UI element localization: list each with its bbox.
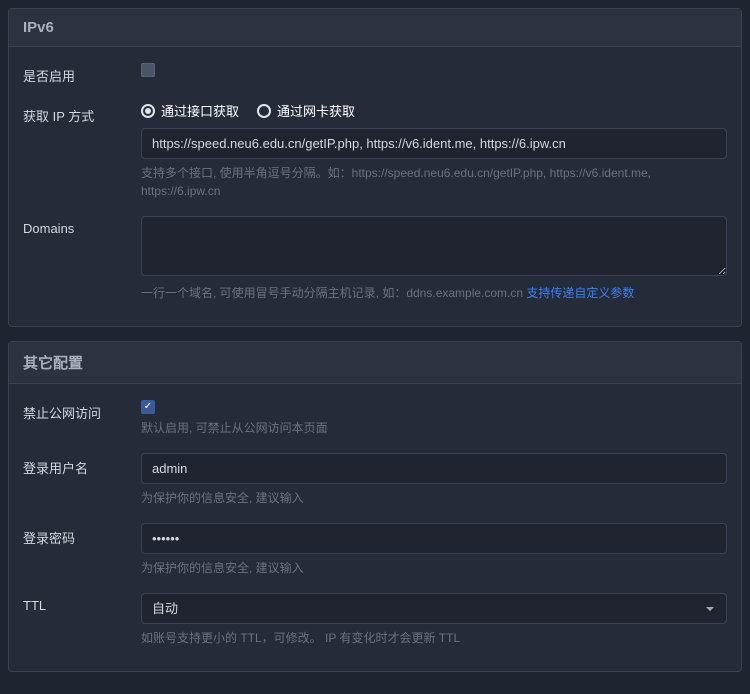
radio-interface[interactable]: 通过接口获取: [141, 101, 239, 120]
domains-help-link[interactable]: 支持传递自定义参数: [526, 286, 634, 300]
disable-public-row: 禁止公网访问 默认启用, 可禁止从公网访问本页面: [23, 398, 727, 437]
ttl-field: 自动 如账号支持更小的 TTL，可修改。 IP 有变化时才会更新 TTL: [141, 593, 727, 647]
domains-help-text: 一行一个域名, 可使用冒号手动分隔主机记录, 如：ddns.example.co…: [141, 286, 526, 300]
getip-field: 通过接口获取 通过网卡获取 支持多个接口, 使用半角逗号分隔。如：https:/…: [141, 101, 727, 200]
domains-row: Domains 一行一个域名, 可使用冒号手动分隔主机记录, 如：ddns.ex…: [23, 216, 727, 302]
ipv6-panel-body: 是否启用 获取 IP 方式 通过接口获取 通过网卡获取: [9, 47, 741, 326]
domains-label: Domains: [23, 216, 141, 236]
getip-help: 支持多个接口, 使用半角逗号分隔。如：https://speed.neu6.ed…: [141, 164, 727, 200]
getip-label: 获取 IP 方式: [23, 101, 141, 125]
radio-interface-label: 通过接口获取: [161, 101, 239, 120]
disable-public-field: 默认启用, 可禁止从公网访问本页面: [141, 398, 727, 437]
other-panel: 其它配置 禁止公网访问 默认启用, 可禁止从公网访问本页面 登录用户名 为保护你…: [8, 341, 742, 672]
radio-netcard[interactable]: 通过网卡获取: [257, 101, 355, 120]
radio-dot-icon: [141, 104, 155, 118]
enable-label: 是否启用: [23, 61, 141, 85]
password-label: 登录密码: [23, 523, 141, 547]
getip-row: 获取 IP 方式 通过接口获取 通过网卡获取 支持多个接口, 使用半角逗号分隔。…: [23, 101, 727, 200]
username-input[interactable]: [141, 453, 727, 484]
password-input[interactable]: [141, 523, 727, 554]
radio-netcard-label: 通过网卡获取: [277, 101, 355, 120]
disable-public-label: 禁止公网访问: [23, 398, 141, 422]
ipv6-panel-title: IPv6: [9, 9, 741, 47]
ttl-help: 如账号支持更小的 TTL，可修改。 IP 有变化时才会更新 TTL: [141, 629, 727, 647]
ttl-row: TTL 自动 如账号支持更小的 TTL，可修改。 IP 有变化时才会更新 TTL: [23, 593, 727, 647]
username-help: 为保护你的信息安全, 建议输入: [141, 489, 727, 507]
ipv6-panel: IPv6 是否启用 获取 IP 方式 通过接口获取 通过网卡获取: [8, 8, 742, 327]
enable-field: [141, 61, 727, 77]
enable-checkbox[interactable]: [141, 63, 155, 77]
password-row: 登录密码 为保护你的信息安全, 建议输入: [23, 523, 727, 577]
enable-row: 是否启用: [23, 61, 727, 85]
getip-url-input[interactable]: [141, 128, 727, 159]
username-label: 登录用户名: [23, 453, 141, 477]
username-row: 登录用户名 为保护你的信息安全, 建议输入: [23, 453, 727, 507]
password-help: 为保护你的信息安全, 建议输入: [141, 559, 727, 577]
ttl-label: TTL: [23, 593, 141, 613]
domains-field: 一行一个域名, 可使用冒号手动分隔主机记录, 如：ddns.example.co…: [141, 216, 727, 302]
other-panel-body: 禁止公网访问 默认启用, 可禁止从公网访问本页面 登录用户名 为保护你的信息安全…: [9, 384, 741, 671]
other-panel-title: 其它配置: [9, 342, 741, 384]
domains-help: 一行一个域名, 可使用冒号手动分隔主机记录, 如：ddns.example.co…: [141, 284, 727, 302]
ttl-select[interactable]: 自动: [141, 593, 727, 624]
disable-public-checkbox[interactable]: [141, 400, 155, 414]
password-field: 为保护你的信息安全, 建议输入: [141, 523, 727, 577]
username-field: 为保护你的信息安全, 建议输入: [141, 453, 727, 507]
disable-public-help: 默认启用, 可禁止从公网访问本页面: [141, 419, 727, 437]
domains-textarea[interactable]: [141, 216, 727, 276]
getip-radio-group: 通过接口获取 通过网卡获取: [141, 101, 727, 120]
radio-dot-icon: [257, 104, 271, 118]
